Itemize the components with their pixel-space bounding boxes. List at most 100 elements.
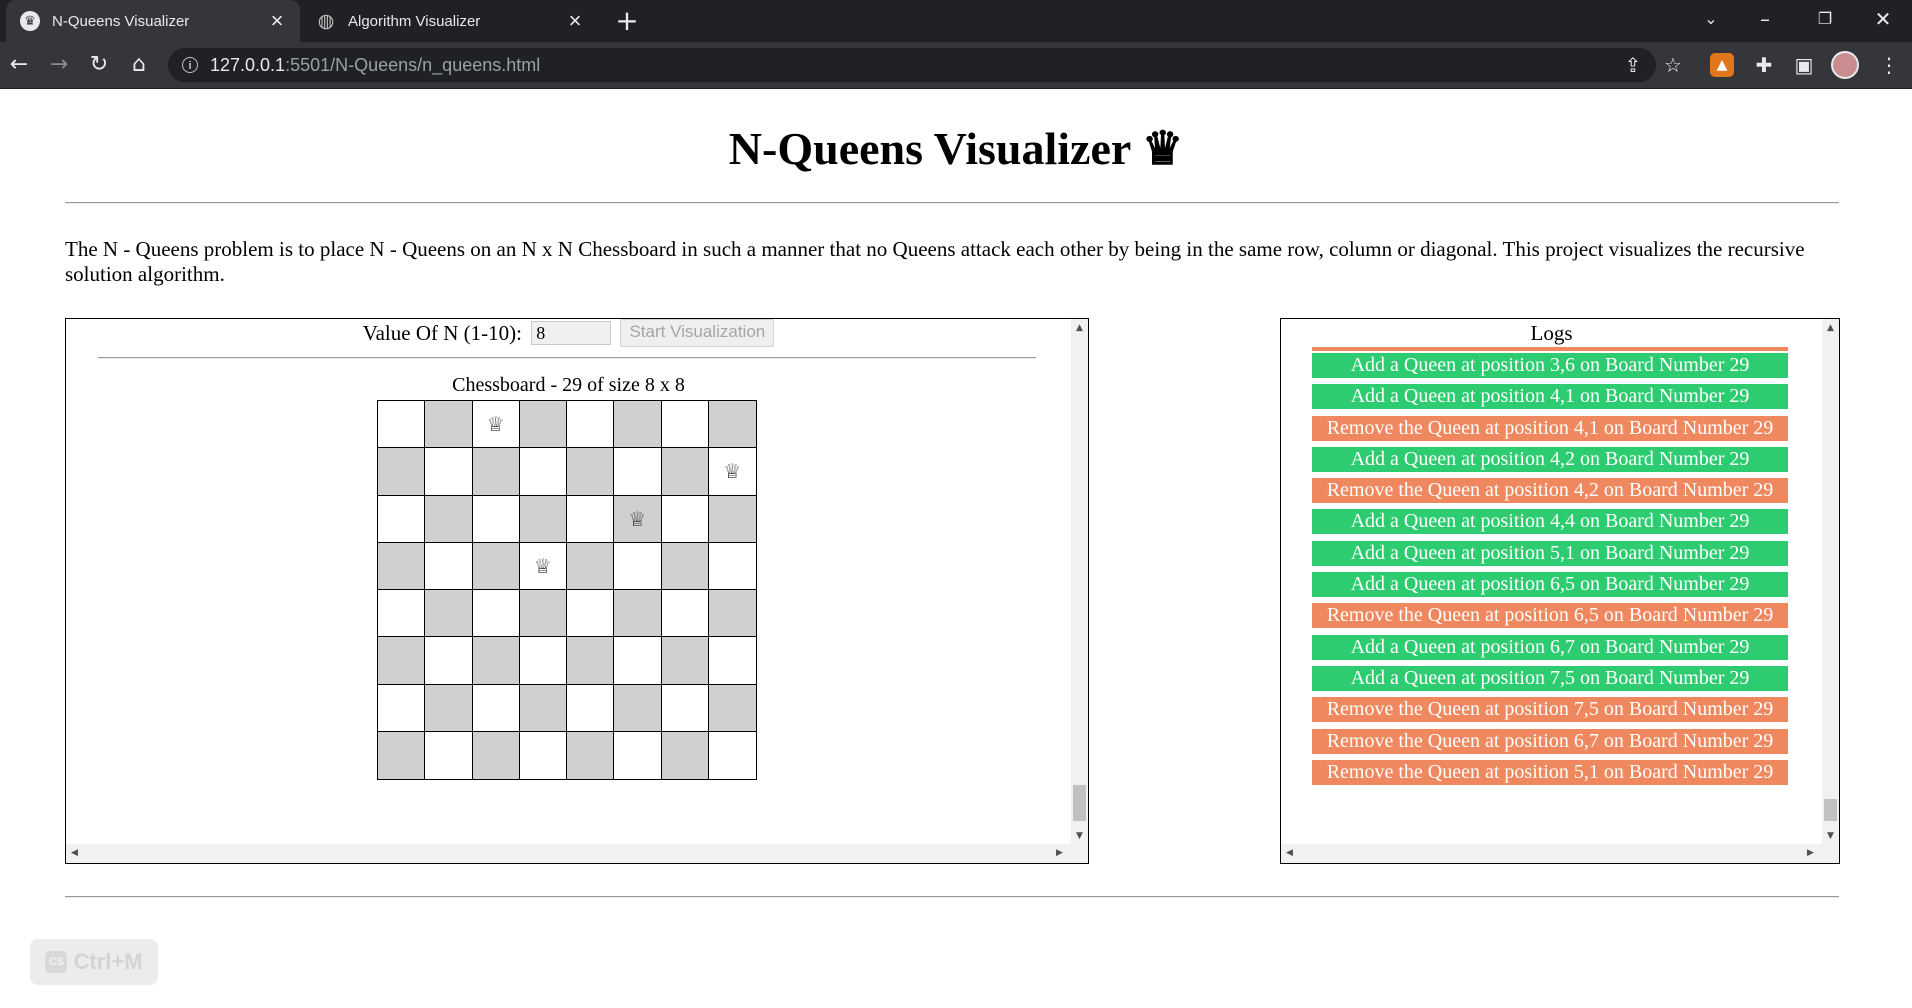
log-entry-remove: Remove the Queen at position 5,1 on Boar… [1312, 759, 1788, 785]
scroll-up-arrow-icon[interactable]: ▲ [1071, 323, 1088, 333]
metamask-fox-icon[interactable]: ▲ [1710, 53, 1734, 77]
scroll-down-arrow-icon[interactable]: ▼ [1071, 831, 1088, 841]
share-icon[interactable]: ⇪ [1616, 48, 1650, 82]
board-cell [520, 731, 567, 779]
board-cell [567, 448, 615, 496]
new-tab-button[interactable]: + [612, 6, 642, 36]
board-title: Chessboard - 29 of size 8 x 8 [452, 374, 685, 396]
n-label: Value Of N (1-10): [362, 320, 522, 345]
board-cell [709, 732, 756, 779]
log-entry-remove: Remove the Queen at position 4,2 on Boar… [1312, 478, 1788, 504]
scroll-thumb[interactable] [1073, 785, 1086, 821]
board-cell [661, 731, 709, 779]
scroll-right-arrow-icon[interactable]: ▶ [1051, 848, 1068, 858]
board-cell [425, 495, 473, 543]
board-cell [472, 542, 520, 590]
restore-button[interactable]: ❐ [1804, 0, 1846, 38]
board-cell [661, 684, 709, 732]
divider [65, 896, 1839, 898]
reload-icon[interactable]: ↻ [84, 50, 114, 80]
board-cell [378, 590, 426, 638]
divider [65, 202, 1839, 204]
scroll-right-arrow-icon[interactable]: ▶ [1802, 848, 1819, 858]
board-cell [472, 731, 520, 779]
scroll-left-arrow-icon[interactable]: ◀ [66, 848, 83, 858]
board-cell [519, 684, 567, 732]
board-cell [567, 495, 615, 543]
horizontal-scrollbar[interactable]: ◀ ▶ [66, 844, 1088, 863]
board-cell [425, 542, 473, 590]
tab-algorithm-visualizer[interactable]: ◍ Algorithm Visualizer × [302, 0, 598, 42]
home-icon[interactable]: ⌂ [124, 50, 154, 80]
n-input[interactable]: 8 [531, 321, 612, 346]
queen-icon: ♕ [533, 553, 552, 578]
forward-icon[interactable]: → [44, 50, 74, 80]
vertical-scrollbar[interactable]: ▲ ▼ [1822, 319, 1839, 846]
logs-panel[interactable]: Logs Add a Queen at position 3,6 on Boar… [1280, 318, 1840, 864]
board-cell [708, 637, 756, 685]
board-cell [661, 448, 709, 496]
side-panel-icon[interactable]: ▣ [1787, 48, 1821, 82]
tab-search-icon[interactable]: ⌄ [1690, 0, 1732, 38]
close-tab-icon[interactable]: × [564, 10, 586, 32]
avatar[interactable] [1831, 51, 1859, 79]
board-cell [519, 495, 567, 543]
log-entry-add: Add a Queen at position 7,5 on Board Num… [1312, 665, 1788, 691]
shortcut-badge[interactable]: CS Ctrl+M [30, 939, 158, 985]
board-cell [614, 637, 662, 685]
log-entry-add: Add a Queen at position 6,7 on Board Num… [1312, 634, 1788, 660]
log-list: Add a Queen at position 3,6 on Board Num… [1312, 353, 1788, 791]
bookmark-star-icon[interactable]: ☆ [1656, 48, 1690, 82]
horizontal-scrollbar[interactable]: ◀ ▶ [1281, 844, 1839, 863]
log-entry-add: Add a Queen at position 6,5 on Board Num… [1312, 572, 1788, 598]
board-cell [661, 590, 709, 638]
log-entry-add: Add a Queen at position 4,4 on Board Num… [1312, 509, 1788, 535]
log-entry-remove: Remove the Queen at position 6,7 on Boar… [1312, 728, 1788, 754]
board-cell [378, 637, 426, 685]
log-entry-remove: Remove the Queen at position 4,1 on Boar… [1312, 415, 1788, 441]
close-window-button[interactable]: ✕ [1862, 0, 1904, 38]
board-cell [614, 590, 662, 638]
scroll-thumb[interactable] [1824, 799, 1837, 821]
extensions-puzzle-icon[interactable]: ✚ [1747, 48, 1781, 82]
tab-title: Algorithm Visualizer [348, 12, 481, 30]
board-cell [425, 401, 473, 449]
queen-icon: ♕ [486, 412, 505, 437]
board-cell [519, 401, 567, 449]
vertical-scrollbar[interactable]: ▲ ▼ [1071, 319, 1088, 846]
page-content: N-Queens Visualizer ♛ The N - Queens pro… [0, 89, 1912, 1008]
url-host: 127.0.0.1 [210, 54, 286, 75]
board-cell [661, 401, 709, 449]
board-cell [378, 684, 426, 732]
divider [98, 357, 1036, 359]
tab-n-queens[interactable]: ♛ N-Queens Visualizer × [6, 0, 300, 42]
minimize-button[interactable]: – [1744, 0, 1786, 38]
board-cell [567, 684, 615, 732]
board-cell [614, 448, 662, 496]
log-entry-remove: Remove the Queen at position 7,5 on Boar… [1312, 697, 1788, 723]
address-bar[interactable]: i 127.0.0.1:5501/N-Queens/n_queens.html [168, 48, 1656, 82]
board-cell [708, 543, 756, 590]
board-cell [472, 684, 520, 732]
board-cell: ♕ [614, 495, 662, 543]
scroll-down-arrow-icon[interactable]: ▼ [1822, 831, 1839, 841]
start-visualization-button[interactable]: Start Visualization [620, 319, 775, 348]
scroll-up-arrow-icon[interactable]: ▲ [1822, 323, 1839, 333]
page-title: N-Queens Visualizer ♛ [728, 123, 1184, 174]
tab-strip: ♛ N-Queens Visualizer × ◍ Algorithm Visu… [0, 0, 1912, 42]
menu-kebab-icon[interactable]: ⋮ [1872, 48, 1906, 82]
scroll-left-arrow-icon[interactable]: ◀ [1281, 848, 1298, 858]
board-cell: ♕ [519, 542, 567, 590]
tab-title: N-Queens Visualizer [52, 12, 190, 30]
board-cell [425, 448, 473, 496]
board-cell [567, 590, 615, 638]
chessboard: ♕ ♕ ♕ ♕ [377, 400, 757, 780]
queen-icon: ♕ [628, 506, 647, 531]
visualizer-panel[interactable]: Value Of N (1-10): 8 Start Visualization… [65, 318, 1089, 864]
board-cell [708, 684, 756, 732]
close-tab-icon[interactable]: × [266, 10, 288, 32]
back-icon[interactable]: ← [4, 50, 34, 80]
browser-toolbar: ← → ↻ ⌂ i 127.0.0.1:5501/N-Queens/n_quee… [0, 42, 1912, 89]
site-info-icon[interactable]: i [182, 57, 198, 73]
board-cell [472, 590, 520, 638]
